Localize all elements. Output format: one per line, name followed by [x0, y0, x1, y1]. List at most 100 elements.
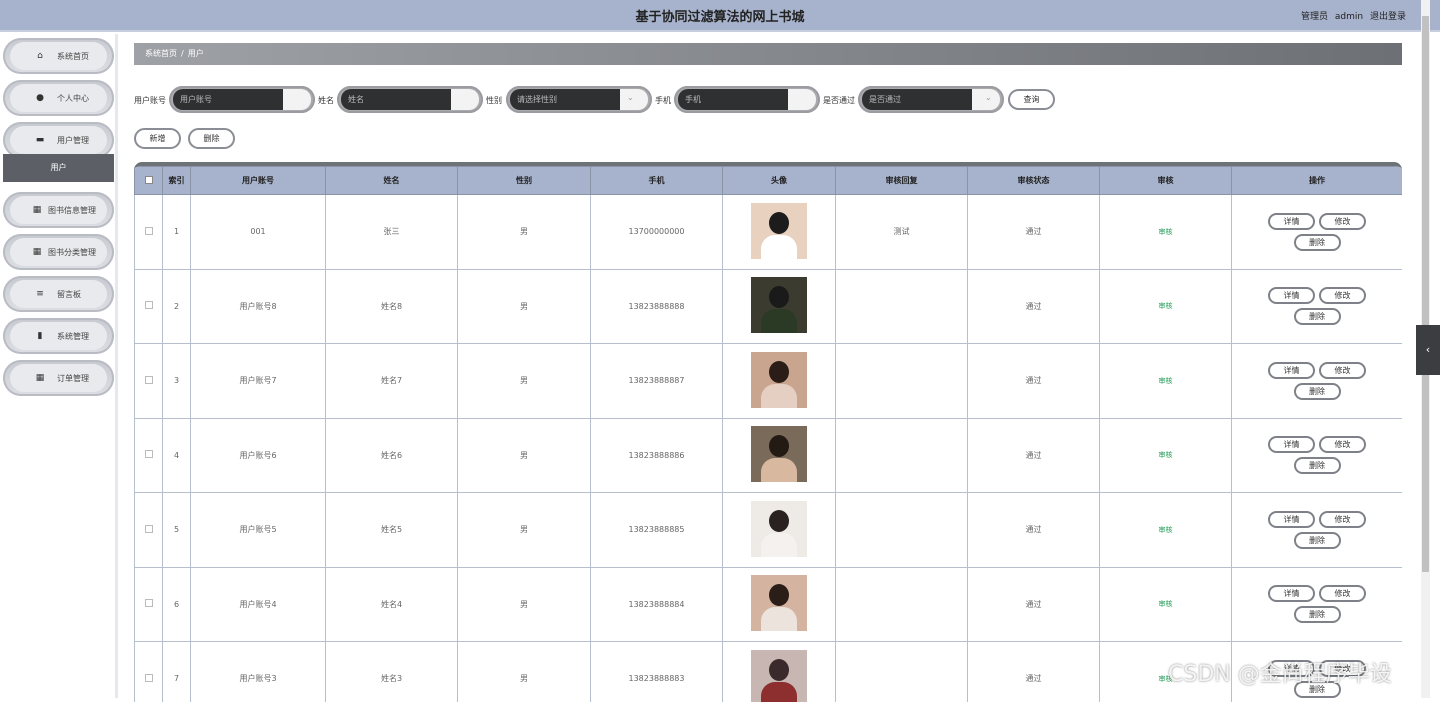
sidebar-item-book-info[interactable]: ▦图书信息管理 [3, 192, 114, 228]
cell-phone: 13823888883 [591, 642, 723, 702]
add-button[interactable]: 新增 [134, 128, 181, 149]
cell-name: 张三 [326, 195, 458, 270]
sidebar-item-label: 个人中心 [57, 93, 89, 104]
detail-button[interactable]: 详情 [1268, 362, 1315, 379]
passed-select[interactable]: 是否通过 ⌄ [858, 86, 1004, 113]
sidebar-item-profile[interactable]: ●个人中心 [3, 80, 114, 116]
row-checkbox[interactable] [145, 525, 153, 533]
collapse-panel-tab[interactable]: ‹ [1416, 325, 1440, 375]
avatar[interactable] [751, 426, 807, 482]
delete-button[interactable]: 删除 [1294, 383, 1341, 400]
scrollbar-thumb[interactable] [1422, 16, 1429, 572]
row-select-cell[interactable] [135, 195, 163, 270]
column-header: 审核回复 [836, 167, 968, 195]
cell-audit: 审核 [1100, 567, 1232, 642]
name-search-input[interactable]: 姓名 [337, 86, 483, 113]
audit-link[interactable]: 审核 [1159, 302, 1173, 310]
phone-search-input[interactable]: 手机 [674, 86, 820, 113]
edit-button[interactable]: 修改 [1319, 213, 1366, 230]
detail-button[interactable]: 详情 [1268, 585, 1315, 602]
cell-index: 2 [163, 269, 191, 344]
edit-button[interactable]: 修改 [1319, 362, 1366, 379]
row-select-cell[interactable] [135, 344, 163, 419]
row-select-cell[interactable] [135, 567, 163, 642]
cell-reply [836, 418, 968, 493]
delete-button[interactable]: 删除 [1294, 532, 1341, 549]
logout-link[interactable]: 退出登录 [1370, 12, 1406, 22]
account-search-input[interactable]: 用户账号 [169, 86, 315, 113]
avatar[interactable] [751, 650, 807, 702]
delete-button[interactable]: 删除 [1294, 308, 1341, 325]
audit-link[interactable]: 审核 [1159, 228, 1173, 236]
detail-button[interactable]: 详情 [1268, 436, 1315, 453]
home-icon: ⌂ [33, 51, 47, 61]
cell-operations: 详情修改删除 [1232, 418, 1403, 493]
gender-select[interactable]: 请选择性别 ⌄ [506, 86, 652, 113]
user-table: 索引 用户账号 姓名 性别 手机 头像 审核回复 审核状态 审核 操作 1001… [134, 162, 1402, 702]
audit-link[interactable]: 审核 [1159, 451, 1173, 459]
name-placeholder: 姓名 [341, 89, 451, 110]
cell-status: 通过 [968, 269, 1100, 344]
avatar[interactable] [751, 352, 807, 408]
cell-gender: 男 [458, 493, 591, 568]
row-select-cell[interactable] [135, 642, 163, 702]
avatar[interactable] [751, 203, 807, 259]
avatar[interactable] [751, 501, 807, 557]
sidebar-item-home[interactable]: ⌂系统首页 [3, 38, 114, 74]
row-select-cell[interactable] [135, 269, 163, 344]
sidebar-item-orders[interactable]: ▦订单管理 [3, 360, 114, 396]
sliders-icon: ≡ [33, 289, 47, 299]
delete-button[interactable]: 删除 [1294, 457, 1341, 474]
select-all-cell[interactable] [135, 167, 163, 195]
edit-button[interactable]: 修改 [1319, 436, 1366, 453]
delete-button[interactable]: 删除 [1294, 606, 1341, 623]
row-select-cell[interactable] [135, 493, 163, 568]
row-checkbox[interactable] [145, 227, 153, 235]
row-checkbox[interactable] [145, 376, 153, 384]
row-checkbox[interactable] [145, 674, 153, 682]
search-bar: 用户账号 用户账号 姓名 姓名 性别 请选择性别 ⌄ 手机 手机 是否通过 是否… [134, 86, 1134, 114]
column-header: 审核状态 [968, 167, 1100, 195]
audit-link[interactable]: 审核 [1159, 526, 1173, 534]
cell-status: 通过 [968, 567, 1100, 642]
sidebar-item-user-management[interactable]: ▬用户管理 [3, 122, 114, 158]
row-checkbox[interactable] [145, 450, 153, 458]
row-select-cell[interactable] [135, 418, 163, 493]
detail-button[interactable]: 详情 [1268, 287, 1315, 304]
sidebar-item-book-category[interactable]: ▦图书分类管理 [3, 234, 114, 270]
audit-link[interactable]: 审核 [1159, 600, 1173, 608]
cell-avatar [723, 269, 836, 344]
detail-button[interactable]: 详情 [1268, 213, 1315, 230]
query-button[interactable]: 查询 [1008, 89, 1055, 110]
batch-delete-button[interactable]: 删除 [188, 128, 235, 149]
edit-button[interactable]: 修改 [1319, 585, 1366, 602]
select-all-checkbox[interactable] [145, 176, 153, 184]
sidebar-item-system[interactable]: ▮系统管理 [3, 318, 114, 354]
avatar[interactable] [751, 277, 807, 333]
cell-account: 用户账号3 [191, 642, 326, 702]
cell-avatar [723, 642, 836, 702]
row-checkbox[interactable] [145, 599, 153, 607]
cell-name: 姓名3 [326, 642, 458, 702]
cell-index: 3 [163, 344, 191, 419]
account-placeholder: 用户账号 [173, 89, 283, 110]
edit-button[interactable]: 修改 [1319, 287, 1366, 304]
cell-avatar [723, 418, 836, 493]
column-header: 性别 [458, 167, 591, 195]
column-header: 姓名 [326, 167, 458, 195]
sidebar-subitem-user[interactable]: 用户 [3, 154, 114, 182]
cell-avatar [723, 344, 836, 419]
edit-button[interactable]: 修改 [1319, 511, 1366, 528]
breadcrumb-home[interactable]: 系统首页 [145, 49, 177, 58]
sidebar-item-message-board[interactable]: ≡留言板 [3, 276, 114, 312]
audit-link[interactable]: 审核 [1159, 377, 1173, 385]
avatar[interactable] [751, 575, 807, 631]
username: admin [1335, 12, 1363, 22]
cell-gender: 男 [458, 269, 591, 344]
cell-account: 用户账号4 [191, 567, 326, 642]
detail-button[interactable]: 详情 [1268, 511, 1315, 528]
user-role: 管理员 [1301, 12, 1328, 22]
briefcase-icon: ▬ [33, 135, 47, 145]
row-checkbox[interactable] [145, 301, 153, 309]
delete-button[interactable]: 删除 [1294, 234, 1341, 251]
